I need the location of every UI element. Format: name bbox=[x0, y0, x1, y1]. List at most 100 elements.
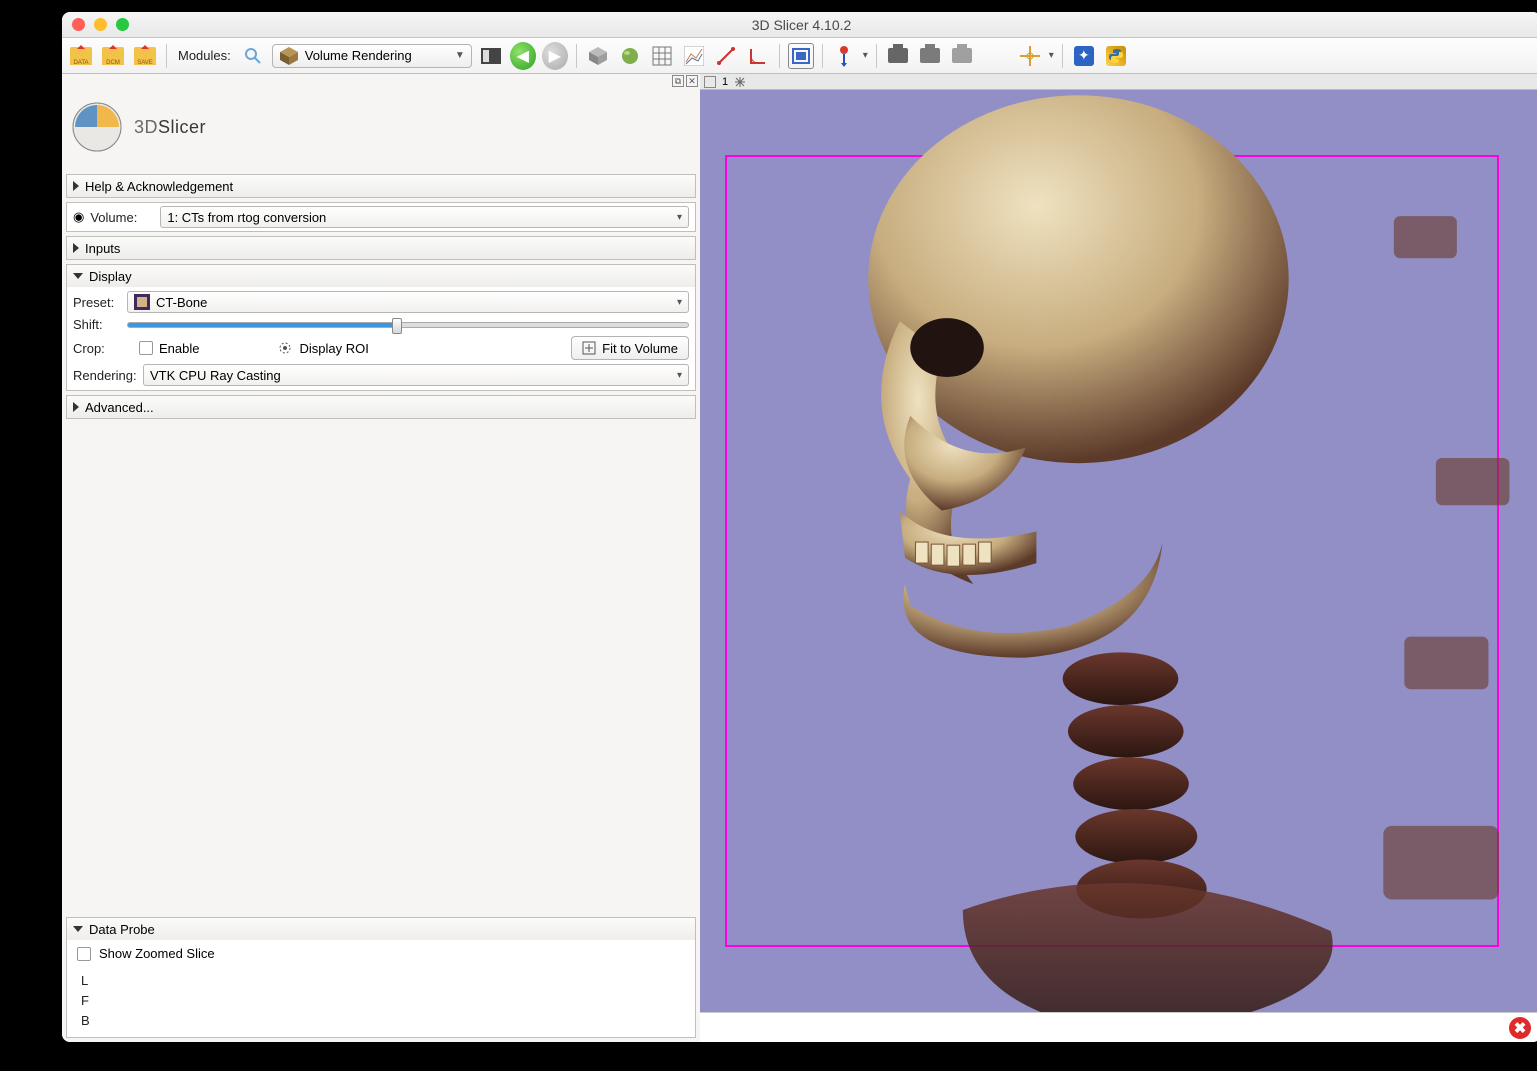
nav-back-button[interactable]: ◀ bbox=[510, 43, 536, 69]
preset-selector[interactable]: CT-Bone ▾ bbox=[127, 291, 689, 313]
python-console-button[interactable] bbox=[1103, 43, 1129, 69]
chevron-down-icon: ▼ bbox=[455, 50, 465, 61]
toolbar-separator bbox=[779, 44, 780, 68]
arrow-right-icon: ▶ bbox=[542, 42, 568, 70]
advanced-section-header[interactable]: Advanced... bbox=[67, 396, 695, 418]
view-pin-button[interactable] bbox=[704, 76, 716, 88]
pin-arrow-icon bbox=[836, 45, 852, 67]
status-bar: ✖ bbox=[700, 1012, 1537, 1042]
modules-label: Modules: bbox=[175, 48, 234, 63]
crop-enable-label: Enable bbox=[159, 341, 199, 356]
slicer-logo-icon bbox=[70, 100, 124, 154]
chevron-down-icon: ▾ bbox=[677, 370, 682, 381]
python-icon bbox=[1106, 46, 1126, 66]
window-title: 3D Slicer 4.10.2 bbox=[62, 17, 1537, 33]
panel-header-controls: ⧉ ✕ bbox=[62, 74, 700, 88]
help-section-header[interactable]: Help & Acknowledgement bbox=[67, 175, 695, 197]
panel-close-button[interactable]: ✕ bbox=[686, 75, 698, 87]
inputs-section-header[interactable]: Inputs bbox=[67, 237, 695, 259]
angle-button[interactable] bbox=[745, 43, 771, 69]
arrow-left-icon: ◀ bbox=[510, 42, 536, 70]
transform-button[interactable] bbox=[649, 43, 675, 69]
scene-view-button[interactable] bbox=[917, 43, 943, 69]
chevron-down-icon: ▾ bbox=[677, 297, 682, 308]
chevron-down-icon[interactable]: ▾ bbox=[863, 50, 868, 61]
error-indicator[interactable]: ✖ bbox=[1509, 1017, 1531, 1039]
preset-label: Preset: bbox=[73, 295, 121, 310]
layout-button[interactable] bbox=[788, 43, 814, 69]
toolbar-separator bbox=[822, 44, 823, 68]
view-id: 1 bbox=[722, 76, 728, 88]
show-zoomed-label: Show Zoomed Slice bbox=[99, 946, 215, 961]
angle-icon bbox=[748, 46, 768, 66]
data-probe-body: Show Zoomed Slice L F B bbox=[67, 940, 695, 1037]
chevron-down-icon: ▾ bbox=[677, 212, 682, 223]
fit-to-volume-button[interactable]: Fit to Volume bbox=[571, 336, 689, 360]
display-section-header[interactable]: Display bbox=[67, 265, 695, 287]
slider-thumb[interactable] bbox=[392, 318, 402, 334]
chevron-down-icon[interactable]: ▾ bbox=[1049, 50, 1054, 61]
volume-rendering-icon bbox=[279, 46, 299, 66]
module-panel-toggle[interactable] bbox=[478, 43, 504, 69]
view-maximize-icon[interactable] bbox=[734, 76, 746, 88]
restore-view-button[interactable] bbox=[949, 43, 975, 69]
volume-selector[interactable]: 1: CTs from rtog conversion ▾ bbox=[160, 206, 689, 228]
display-section: Display Preset: CT-Bone ▾ Shift: bbox=[66, 264, 696, 391]
module-selector[interactable]: Volume Rendering ▼ bbox=[272, 44, 472, 68]
3d-viewport[interactable] bbox=[700, 90, 1537, 1012]
markups-button[interactable] bbox=[831, 43, 857, 69]
volume-selector-value: 1: CTs from rtog conversion bbox=[167, 210, 326, 225]
load-data-button[interactable] bbox=[68, 43, 94, 69]
volume-label: Volume: bbox=[90, 210, 154, 225]
preset-selector-value: CT-Bone bbox=[156, 295, 207, 310]
folder-data-icon bbox=[70, 47, 92, 65]
advanced-section-title: Advanced... bbox=[85, 400, 154, 415]
toolbar-separator bbox=[1062, 44, 1063, 68]
puzzle-icon: ✦ bbox=[1074, 46, 1094, 66]
help-section-title: Help & Acknowledgement bbox=[85, 179, 233, 194]
data-probe-header[interactable]: Data Probe bbox=[67, 918, 695, 940]
triangle-down-icon bbox=[73, 926, 83, 932]
display-section-title: Display bbox=[89, 269, 132, 284]
panel-popout-button[interactable]: ⧉ bbox=[672, 75, 684, 87]
folder-save-icon bbox=[134, 47, 156, 65]
data-probe-section: Data Probe Show Zoomed Slice L F B bbox=[66, 917, 696, 1038]
ruler-button[interactable] bbox=[713, 43, 739, 69]
volume-render bbox=[700, 90, 1537, 1012]
brand-text: 3DSlicer bbox=[134, 117, 206, 138]
probe-L: L bbox=[81, 971, 685, 991]
probe-B: B bbox=[81, 1011, 685, 1031]
chart-icon bbox=[684, 46, 704, 66]
crop-label: Crop: bbox=[73, 341, 121, 356]
nav-forward-button[interactable]: ▶ bbox=[542, 43, 568, 69]
show-zoomed-checkbox[interactable] bbox=[77, 947, 91, 961]
load-dicom-button[interactable] bbox=[100, 43, 126, 69]
save-button[interactable] bbox=[132, 43, 158, 69]
app-window: 3D Slicer 4.10.2 Modules: Volume Renderi… bbox=[62, 12, 1537, 1042]
panel-icon bbox=[481, 48, 501, 64]
crop-enable-checkbox[interactable] bbox=[139, 341, 153, 355]
fit-button-label: Fit to Volume bbox=[602, 341, 678, 356]
inputs-section: Inputs bbox=[66, 236, 696, 260]
camera-view-icon bbox=[920, 48, 940, 63]
volume-button[interactable] bbox=[617, 43, 643, 69]
brand: 3DSlicer bbox=[62, 88, 700, 172]
rendering-selector-value: VTK CPU Ray Casting bbox=[150, 368, 281, 383]
triangle-down-icon bbox=[73, 273, 83, 279]
green-sphere-icon bbox=[620, 46, 640, 66]
crosshair-button[interactable] bbox=[1017, 43, 1043, 69]
visibility-icon[interactable]: ◉ bbox=[73, 209, 84, 225]
gray-cube-icon bbox=[588, 46, 608, 66]
models-button[interactable] bbox=[585, 43, 611, 69]
chart-button[interactable] bbox=[681, 43, 707, 69]
shift-slider[interactable] bbox=[127, 322, 689, 328]
camera-icon bbox=[888, 48, 908, 63]
extension-manager-button[interactable]: ✦ bbox=[1071, 43, 1097, 69]
advanced-section: Advanced... bbox=[66, 395, 696, 419]
roi-icon bbox=[277, 340, 293, 356]
rendering-selector[interactable]: VTK CPU Ray Casting ▾ bbox=[143, 364, 689, 386]
rendering-label: Rendering: bbox=[73, 368, 137, 383]
module-selector-value: Volume Rendering bbox=[305, 48, 412, 63]
module-search-button[interactable] bbox=[240, 43, 266, 69]
screenshot-button[interactable] bbox=[885, 43, 911, 69]
